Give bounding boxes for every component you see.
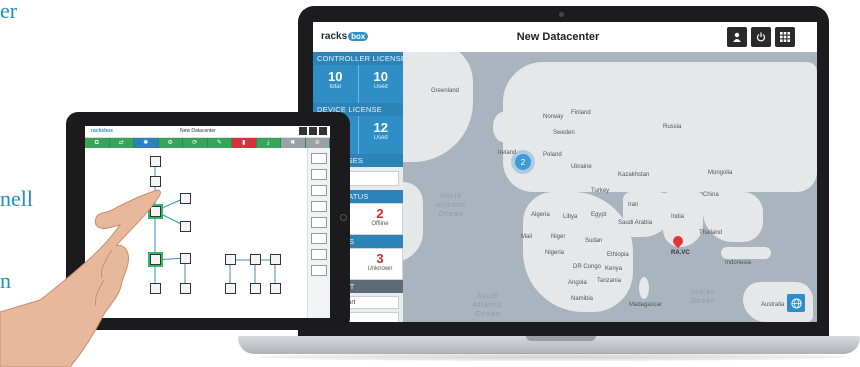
power-icon[interactable] [309,127,317,135]
user-icon[interactable] [299,127,307,135]
map-place-label: Greenland [431,88,460,94]
map-land-greenland [403,52,473,162]
tool-button[interactable]: ⤓ [256,138,281,148]
stat-offline: 2 Offline [371,206,389,227]
tablet-header-icons [299,127,327,135]
palette-item[interactable] [311,169,327,180]
map-place-label: Ukraine [571,164,592,170]
map-place-label: Egypt [591,212,607,218]
stat-total: 10 total [328,69,343,90]
tool-button[interactable]: ⊘ [305,138,330,148]
map-place-label: Poland [543,152,562,158]
map-place-label: Kenya [605,266,623,272]
power-icon[interactable] [751,27,771,47]
network-device[interactable] [250,283,261,294]
map-land-indonesia [721,247,771,259]
ocean-label: North Atlantic Ocean [435,193,467,218]
map-cluster-marker[interactable]: 2 [515,154,531,170]
map-place-label: Libya [563,214,578,220]
tool-button[interactable]: ▮ [232,138,257,148]
app-logo[interactable]: racks box [321,31,369,42]
network-device[interactable] [250,254,261,265]
map-place-label: Mongolia [708,170,733,176]
globe-icon[interactable] [787,294,805,312]
tool-button[interactable]: ✖ [281,138,306,148]
palette-item[interactable] [311,265,327,276]
laptop-screen: racks box New Datacenter CONTROLLER LICEN… [313,22,817,322]
network-device[interactable] [270,254,281,265]
map-place-label: India [671,214,685,220]
map-land-uk [493,112,513,142]
user-icon[interactable] [727,27,747,47]
network-device[interactable] [225,254,236,265]
app-header: racks box New Datacenter [313,22,817,53]
palette-item[interactable] [311,249,327,260]
map-place-label: Ireland [498,150,517,156]
stat-unknown: 3 Unknown [367,251,393,272]
laptop-notch [526,336,596,341]
map-place-label: Madagascar [629,302,663,308]
map-place-label: Indonesia [725,260,752,266]
map-place-label: Niger [551,234,566,240]
map-place-label: Namibia [571,296,594,302]
palette-item[interactable] [311,201,327,212]
map-place-label: Kazakhstan [618,172,650,178]
map-place-label: Australia [761,302,785,308]
map-place-label: Ethiopia [607,252,629,258]
controller-license-heading: CONTROLLER LICENSE [313,52,403,65]
map-place-label: Angola [568,280,587,286]
pointing-hand-image [0,189,161,367]
map-place-label: Sweden [553,130,575,136]
home-button-icon[interactable] [340,214,347,221]
stat-used: 10 Used [357,65,404,103]
map-place-label: Algeria [531,212,550,218]
palette-item[interactable] [311,233,327,244]
webcam-icon [559,12,564,17]
grid-icon[interactable] [775,27,795,47]
page-title: New Datacenter [516,31,600,43]
palette-item[interactable] [311,185,327,196]
tool-button[interactable]: ✎ [207,138,232,148]
map-place-label: Mali [521,234,533,240]
network-device[interactable] [225,283,236,294]
map-place-label: Russia [663,124,682,130]
palette-item[interactable] [311,153,327,164]
map-place-label: DR Congo [573,264,602,270]
map-place-label: Saudi Arabia [618,220,653,226]
ocean-label: South Atlantic Ocean [472,293,504,318]
stat-used: 12 Used [357,116,404,154]
map-pin-label: RA.VC [671,250,690,256]
ocean-label: Indian Ocean [690,289,716,305]
network-device[interactable] [270,283,281,294]
device-palette [307,148,330,318]
map-place-label: Finland [571,110,591,116]
map-place-label: Iran [628,202,639,208]
palette-item[interactable] [311,217,327,228]
grid-icon[interactable] [319,127,327,135]
map-place-label: Nigeria [545,250,565,256]
laptop-shadow [258,353,848,361]
map-land-americas [403,182,423,262]
map-place-label: Thailand [699,230,723,236]
map-land-eurasia [503,62,817,192]
map-land-madagascar [639,277,649,299]
controller-license-stats: 10 total 10 Used [313,65,403,103]
map-place-label: Turkey [591,188,610,194]
map-place-label: Sudan [585,238,603,244]
map-place-label: Norway [543,114,564,120]
world-map[interactable]: North Atlantic Ocean South Atlantic Ocea… [403,52,817,322]
map-place-label: Tanzania [597,278,622,284]
map-place-label: China [703,192,719,198]
